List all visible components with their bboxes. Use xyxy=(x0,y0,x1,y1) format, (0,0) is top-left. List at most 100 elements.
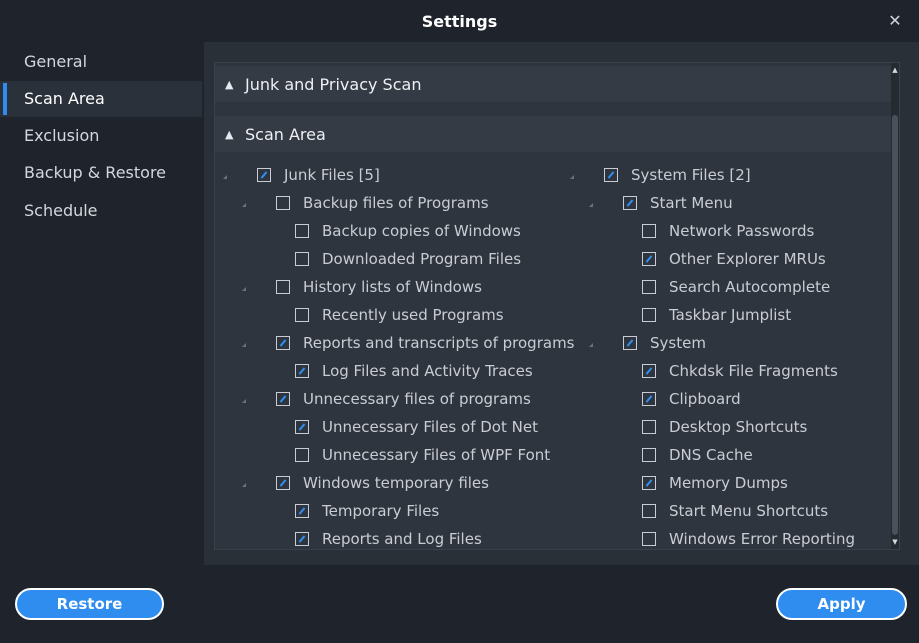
tree-item[interactable]: Backup copies of Windows xyxy=(295,220,521,242)
tree-item[interactable]: Other Explorer MRUs xyxy=(642,248,826,270)
tree-item-label: Desktop Shortcuts xyxy=(669,418,808,436)
tree-item[interactable]: Memory Dumps xyxy=(642,472,788,494)
tree-item-label: Recently used Programs xyxy=(322,306,504,324)
scan-area-list: ▲ Junk and Privacy Scan ▲ Scan Area Junk… xyxy=(214,62,900,550)
expand-arrow-icon[interactable] xyxy=(242,343,248,349)
settings-window: Settings ✕ General Scan Area Exclusion B… xyxy=(0,0,919,643)
expand-arrow-icon[interactable] xyxy=(570,175,576,181)
tree-item-label: DNS Cache xyxy=(669,446,753,464)
section-junk-privacy[interactable]: ▲ Junk and Privacy Scan xyxy=(215,66,893,102)
close-icon[interactable]: ✕ xyxy=(885,11,905,31)
tree-item-label: Other Explorer MRUs xyxy=(669,250,826,268)
checkbox[interactable] xyxy=(276,336,290,350)
checkbox[interactable] xyxy=(295,364,309,378)
scroll-up-icon[interactable]: ▲ xyxy=(891,65,899,75)
checkbox[interactable] xyxy=(642,420,656,434)
scroll-down-icon[interactable]: ▼ xyxy=(891,537,899,547)
tree-item-label: Backup files of Programs xyxy=(303,194,489,212)
sidebar: General Scan Area Exclusion Backup & Res… xyxy=(0,42,204,565)
tree-item[interactable]: Reports and transcripts of programs xyxy=(276,332,575,354)
checkbox[interactable] xyxy=(276,196,290,210)
tree-item-label: Windows temporary files xyxy=(303,474,489,492)
content-panel: ▲ Junk and Privacy Scan ▲ Scan Area Junk… xyxy=(204,42,919,565)
checkbox[interactable] xyxy=(276,476,290,490)
tree-item[interactable]: History lists of Windows xyxy=(276,276,482,298)
checkbox[interactable] xyxy=(642,252,656,266)
sidebar-item-general[interactable]: General xyxy=(0,44,202,80)
tree-item-label: System Files [2] xyxy=(631,166,751,184)
tree-item[interactable]: Unnecessary Files of Dot Net xyxy=(295,416,538,438)
checkbox[interactable] xyxy=(642,448,656,462)
tree-item[interactable]: Recently used Programs xyxy=(295,304,504,326)
checkbox[interactable] xyxy=(295,420,309,434)
tree-item-label: History lists of Windows xyxy=(303,278,482,296)
expand-arrow-icon[interactable] xyxy=(589,343,595,349)
chevron-up-icon: ▲ xyxy=(225,77,234,91)
tree-item[interactable]: Search Autocomplete xyxy=(642,276,830,298)
tree-item[interactable]: Start Menu xyxy=(623,192,733,214)
expand-arrow-icon[interactable] xyxy=(242,483,248,489)
tree-item[interactable]: Chkdsk File Fragments xyxy=(642,360,838,382)
tree-item[interactable]: Clipboard xyxy=(642,388,741,410)
tree-item-label: Chkdsk File Fragments xyxy=(669,362,838,380)
tree-item[interactable]: Network Passwords xyxy=(642,220,814,242)
tree-item[interactable]: Temporary Files xyxy=(295,500,439,522)
expand-arrow-icon[interactable] xyxy=(242,399,248,405)
tree-item[interactable]: System xyxy=(623,332,706,354)
tree-item[interactable]: Desktop Shortcuts xyxy=(642,416,807,438)
sidebar-item-schedule[interactable]: Schedule xyxy=(0,193,202,229)
expand-arrow-icon[interactable] xyxy=(242,287,248,293)
checkbox[interactable] xyxy=(642,532,656,546)
checkbox[interactable] xyxy=(604,168,618,182)
tree-item-label: Search Autocomplete xyxy=(669,278,831,296)
checkbox[interactable] xyxy=(295,532,309,546)
sidebar-item-exclusion[interactable]: Exclusion xyxy=(0,118,202,154)
tree-item[interactable]: Unnecessary Files of WPF Font xyxy=(295,444,550,466)
checkbox[interactable] xyxy=(295,224,309,238)
checkbox[interactable] xyxy=(642,364,656,378)
tree-item[interactable]: Log Files and Activity Traces xyxy=(295,360,533,382)
tree-item-label: Downloaded Program Files xyxy=(322,250,522,268)
tree-item[interactable]: System Files [2] xyxy=(604,164,751,186)
tree-item[interactable]: Reports and Log Files xyxy=(295,528,482,549)
checkbox[interactable] xyxy=(295,252,309,266)
tree-item[interactable]: DNS Cache xyxy=(642,444,753,466)
checkbox[interactable] xyxy=(295,504,309,518)
scroll-thumb[interactable] xyxy=(892,115,898,535)
section-scan-area[interactable]: ▲ Scan Area xyxy=(215,116,893,152)
checkbox[interactable] xyxy=(642,392,656,406)
checkbox[interactable] xyxy=(295,308,309,322)
checkbox[interactable] xyxy=(642,224,656,238)
tree-item[interactable]: Unnecessary files of programs xyxy=(276,388,531,410)
tree-item-label: Taskbar Jumplist xyxy=(669,306,792,324)
tree-item[interactable]: Junk Files [5] xyxy=(257,164,380,186)
tree-item-label: Unnecessary Files of WPF Font xyxy=(322,446,551,464)
checkbox[interactable] xyxy=(623,336,637,350)
sidebar-item-backup-restore[interactable]: Backup & Restore xyxy=(0,155,202,191)
sidebar-item-scan-area[interactable]: Scan Area xyxy=(0,81,202,117)
apply-button[interactable]: Apply xyxy=(776,588,907,620)
tree-item-label: Memory Dumps xyxy=(669,474,788,492)
tree-item[interactable]: Taskbar Jumplist xyxy=(642,304,791,326)
expand-arrow-icon[interactable] xyxy=(223,175,229,181)
tree-item[interactable]: Downloaded Program Files xyxy=(295,248,521,270)
vertical-scrollbar[interactable]: ▲ ▼ xyxy=(891,63,899,549)
tree-item-label: Clipboard xyxy=(669,390,741,408)
checkbox[interactable] xyxy=(642,476,656,490)
tree-item-label: Start Menu Shortcuts xyxy=(669,502,829,520)
checkbox[interactable] xyxy=(642,504,656,518)
restore-button[interactable]: Restore xyxy=(15,588,164,620)
expand-arrow-icon[interactable] xyxy=(589,203,595,209)
tree-item[interactable]: Backup files of Programs xyxy=(276,192,489,214)
tree-item[interactable]: Windows temporary files xyxy=(276,472,489,494)
checkbox[interactable] xyxy=(642,280,656,294)
expand-arrow-icon[interactable] xyxy=(242,203,248,209)
checkbox[interactable] xyxy=(276,280,290,294)
checkbox[interactable] xyxy=(276,392,290,406)
checkbox[interactable] xyxy=(295,448,309,462)
checkbox[interactable] xyxy=(642,308,656,322)
tree-item[interactable]: Start Menu Shortcuts xyxy=(642,500,828,522)
checkbox[interactable] xyxy=(623,196,637,210)
tree-item[interactable]: Windows Error Reporting xyxy=(642,528,855,549)
checkbox[interactable] xyxy=(257,168,271,182)
